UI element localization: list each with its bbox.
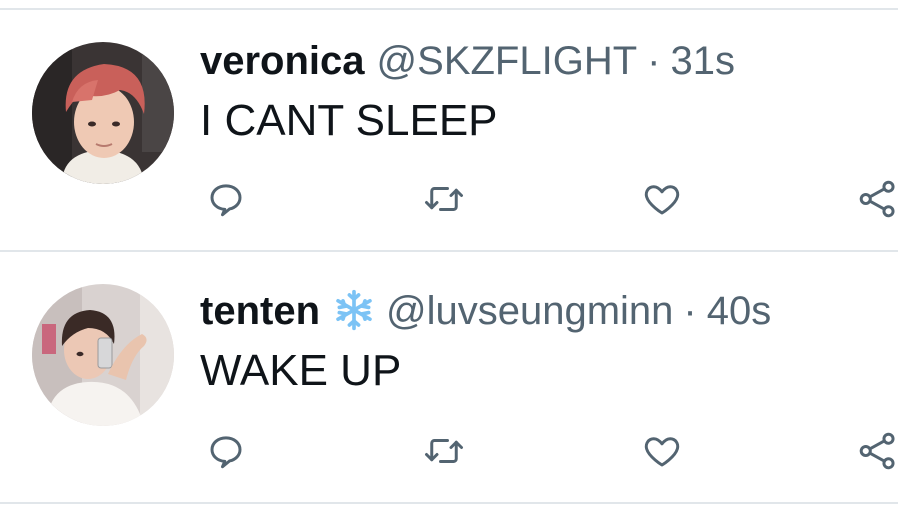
- avatar[interactable]: [32, 42, 174, 184]
- separator-dot: ·: [647, 39, 661, 83]
- timestamp[interactable]: 31s: [670, 39, 735, 83]
- reply-button[interactable]: [204, 177, 248, 221]
- like-button[interactable]: [640, 429, 684, 473]
- tweet-card[interactable]: veronica @SKZFLIGHT · 31s I CANT SLEEP: [0, 10, 898, 260]
- tweet-text: WAKE UP: [200, 346, 402, 395]
- tweet-text: I CANT SLEEP: [200, 96, 498, 145]
- reply-icon: [210, 184, 242, 217]
- display-name[interactable]: veronica: [200, 39, 365, 83]
- like-button[interactable]: [640, 177, 684, 221]
- share-icon: [859, 180, 895, 218]
- user-handle[interactable]: @luvseungminn: [386, 289, 673, 333]
- reply-icon: [210, 436, 242, 469]
- tweet-header: veronica @SKZFLIGHT · 31s: [200, 38, 735, 84]
- snowflake-icon: [332, 288, 376, 342]
- like-icon: [644, 437, 680, 467]
- bottom-divider: [0, 502, 898, 504]
- reply-button[interactable]: [204, 429, 248, 473]
- avatar-photo: [32, 42, 174, 184]
- avatar-photo: [32, 284, 174, 426]
- avatar[interactable]: [32, 284, 174, 426]
- retweet-button[interactable]: [422, 429, 466, 473]
- timestamp[interactable]: 40s: [707, 289, 772, 333]
- tweet-header: tenten @luvseungminn · 40s: [200, 288, 771, 342]
- timeline-feed: veronica @SKZFLIGHT · 31s I CANT SLEEP t…: [0, 0, 898, 519]
- like-icon: [644, 185, 680, 215]
- share-button[interactable]: [856, 429, 898, 473]
- tweet-card[interactable]: tenten @luvseungminn · 40s WAKE UP: [0, 252, 898, 502]
- retweet-button[interactable]: [422, 177, 466, 221]
- retweet-icon: [425, 439, 463, 463]
- share-icon: [859, 432, 895, 470]
- separator-dot: ·: [683, 289, 697, 333]
- display-name[interactable]: tenten: [200, 289, 320, 333]
- user-handle[interactable]: @SKZFLIGHT: [377, 39, 638, 83]
- retweet-icon: [425, 187, 463, 211]
- share-button[interactable]: [856, 177, 898, 221]
